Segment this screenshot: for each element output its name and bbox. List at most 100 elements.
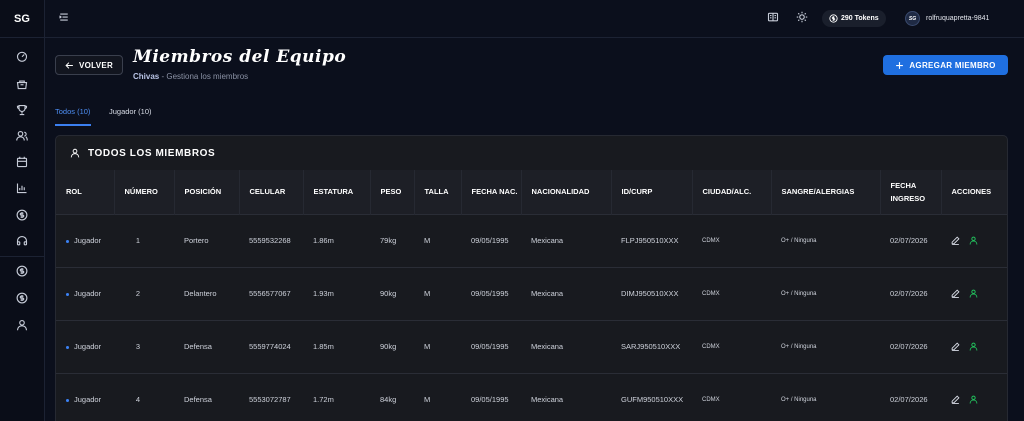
table-row: Jugador 4 Defensa 5553072787 1.72m 84kg …: [56, 373, 1007, 421]
sun-icon[interactable]: [796, 11, 810, 25]
edit-icon[interactable]: [951, 236, 960, 245]
col-header-sangre[interactable]: SANGRE/ALERGIAS: [771, 170, 881, 214]
cell-fecha-ingreso: 02/07/2026: [890, 395, 928, 405]
cell-sangre: O+ / Ninguna: [781, 396, 817, 403]
cell-talla: M: [424, 395, 431, 405]
subtitle-text: - Gestiona los miembros: [159, 72, 249, 81]
cell-fecha-nac: 09/05/1995: [471, 236, 509, 245]
cell-curp: GUFM950510XXX: [621, 395, 684, 405]
tokens-badge[interactable]: 290 Tokens: [822, 10, 886, 27]
user-assign-icon[interactable]: [969, 395, 978, 404]
dollar-icon[interactable]: [13, 206, 31, 224]
edit-icon[interactable]: [951, 395, 960, 405]
cell-estatura: 1.72m: [313, 395, 334, 405]
card-title: TODOS LOS MIEMBROS: [88, 147, 216, 159]
user-assign-icon[interactable]: [969, 342, 978, 351]
cell-nacionalidad: Mexicana: [531, 342, 564, 351]
cell-estatura: 1.85m: [313, 342, 334, 351]
cell-peso: 79kg: [380, 236, 397, 245]
store-icon[interactable]: [13, 75, 31, 93]
cell-posicion: Delantero: [184, 289, 217, 298]
sidebar: SG: [0, 0, 45, 421]
tokens-label: 290 Tokens: [841, 15, 879, 22]
members-card: TODOS LOS MIEMBROS ROL NÚMERO POSICIÓN C…: [55, 135, 1008, 421]
col-header-rol[interactable]: ROL: [56, 170, 115, 214]
user-assign-icon[interactable]: [969, 289, 978, 298]
edit-icon[interactable]: [951, 289, 960, 298]
cell-numero: 1: [135, 236, 141, 245]
dollar-icon[interactable]: [13, 289, 31, 307]
cell-rol: Jugador: [56, 320, 114, 373]
users-icon[interactable]: [13, 127, 31, 145]
team-name: Chivas: [133, 72, 160, 81]
cell-celular: 5556577067: [249, 289, 291, 298]
add-member-label: AGREGAR MIEMBRO: [909, 60, 996, 70]
col-header-posicion[interactable]: POSICIÓN: [174, 170, 240, 214]
col-header-fecha-ingreso[interactable]: FECHA INGRESO: [880, 170, 942, 214]
rol-dot: [66, 239, 69, 243]
table-row: Jugador 3 Defensa 5559774024 1.85m 90kg …: [56, 320, 1007, 373]
add-member-button[interactable]: AGREGAR MIEMBRO: [883, 55, 1008, 75]
cell-rol-text: Jugador: [74, 236, 102, 245]
edit-icon[interactable]: [951, 342, 960, 351]
cell-celular: 5559774024: [249, 342, 291, 351]
col-header-peso[interactable]: PESO: [370, 170, 415, 214]
cell-fecha-nac: 09/05/1995: [471, 289, 509, 298]
cell-posicion: Portero: [184, 236, 209, 245]
top-bar: 290 Tokens SG rolfruquapretta-9841: [45, 0, 1024, 38]
user-icon[interactable]: [13, 316, 31, 334]
dashboard-icon[interactable]: [13, 47, 31, 65]
col-header-talla[interactable]: TALLA: [414, 170, 462, 214]
cell-fecha-ingreso: 02/07/2026: [890, 289, 928, 298]
cell-sangre: O+ / Ninguna: [781, 237, 817, 244]
cell-acciones: [941, 320, 1007, 373]
cell-ciudad: CDMX: [702, 343, 720, 350]
tab-jugador[interactable]: Jugador (10): [109, 107, 152, 116]
trophy-icon[interactable]: [13, 101, 31, 119]
cell-rol: Jugador: [56, 214, 114, 267]
cell-ciudad: CDMX: [702, 290, 720, 297]
cell-curp: DIMJ950510XXX: [621, 289, 679, 298]
app-logo[interactable]: SG: [0, 0, 44, 38]
table-row: Jugador 1 Portero 5559532268 1.86m 79kg …: [56, 214, 1007, 267]
col-header-fecha-nac[interactable]: FECHA NAC.: [461, 170, 522, 214]
rol-dot: [66, 398, 69, 402]
menu-icon[interactable]: [58, 11, 72, 25]
cell-nacionalidad: Mexicana: [531, 289, 564, 298]
cell-nacionalidad: Mexicana: [531, 236, 564, 245]
col-header-nacionalidad[interactable]: NACIONALIDAD: [521, 170, 612, 214]
user-assign-icon[interactable]: [969, 236, 978, 245]
cell-rol: Jugador: [56, 373, 114, 421]
user-icon: [70, 148, 80, 158]
col-header-acciones: ACCIONES: [951, 187, 992, 197]
cell-fecha-nac: 09/05/1995: [471, 395, 509, 405]
headset-icon[interactable]: [13, 232, 31, 250]
page-title: Miembros del Equipo: [133, 47, 347, 67]
back-button[interactable]: VOLVER: [55, 55, 123, 75]
cell-numero: 3: [135, 342, 141, 351]
cell-posicion: Defensa: [184, 395, 212, 405]
dollar-icon[interactable]: [13, 262, 31, 280]
table-row: Jugador 2 Delantero 5556577067 1.93m 90k…: [56, 267, 1007, 320]
calendar-icon[interactable]: [13, 153, 31, 171]
cell-rol-text: Jugador: [74, 342, 102, 351]
cell-fecha-ingreso: 02/07/2026: [890, 236, 928, 245]
username: rolfruquapretta-9841: [926, 15, 990, 22]
cell-rol-text: Jugador: [74, 395, 102, 405]
col-header-celular[interactable]: CELULAR: [239, 170, 304, 214]
user-menu[interactable]: SG rolfruquapretta-9841: [905, 11, 989, 26]
rol-dot: [66, 345, 69, 349]
col-header-curp[interactable]: ID/CURP: [611, 170, 693, 214]
col-header-numero[interactable]: NÚMERO: [114, 170, 175, 214]
col-header-estatura[interactable]: ESTATURA: [303, 170, 371, 214]
page-subtitle: Chivas - Gestiona los miembros: [133, 72, 248, 81]
cell-estatura: 1.93m: [313, 289, 334, 298]
tab-todos[interactable]: Todos (10): [55, 107, 90, 116]
cell-peso: 90kg: [380, 342, 397, 351]
card-header: TODOS LOS MIEMBROS: [56, 136, 1007, 170]
chart-icon[interactable]: [13, 179, 31, 197]
cell-celular: 5559532268: [249, 236, 291, 245]
col-header-ciudad[interactable]: CIUDAD/ALC.: [692, 170, 772, 214]
book-icon[interactable]: [767, 11, 781, 25]
cell-nacionalidad: Mexicana: [531, 395, 564, 405]
